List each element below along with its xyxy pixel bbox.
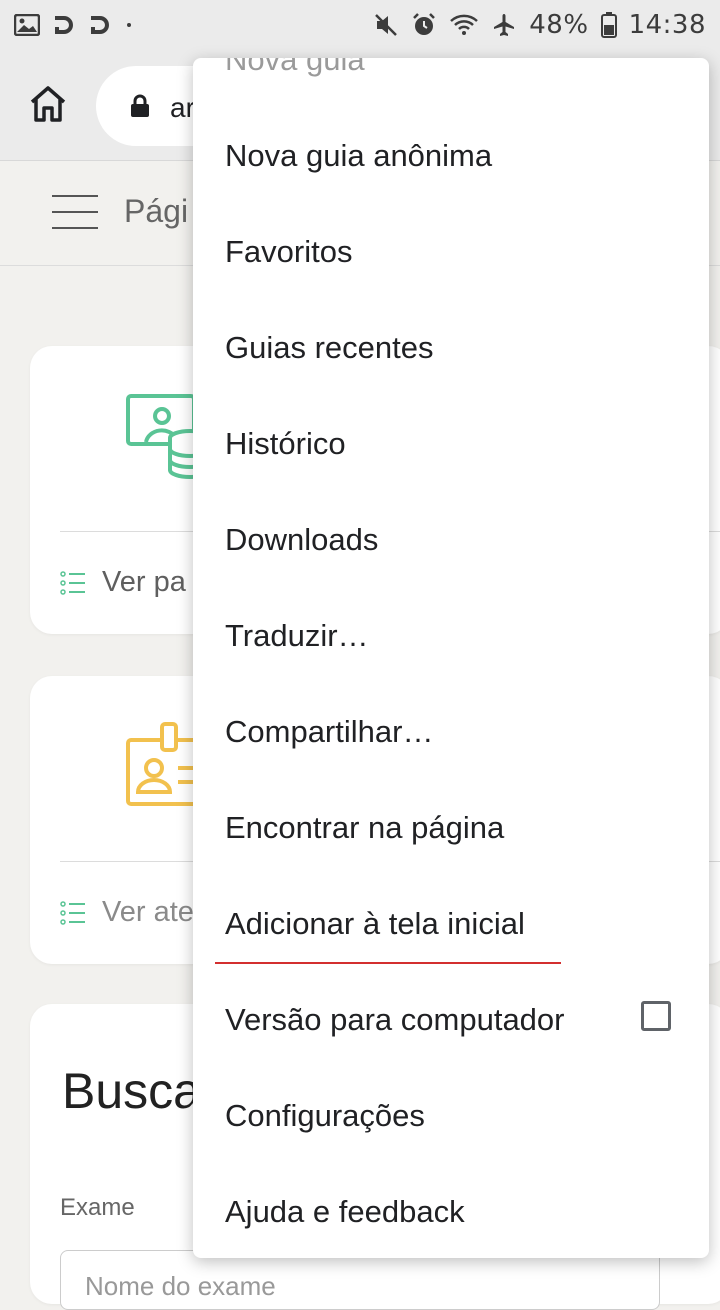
url-text: ar	[170, 92, 195, 123]
menu-item-nova-guia[interactable]: Nova guia	[193, 58, 709, 90]
card-1-link[interactable]: Ver pa	[60, 566, 186, 599]
card-2-link[interactable]: Ver ate	[60, 896, 194, 929]
menu-item-compartilhar[interactable]: Compartilhar…	[193, 684, 709, 780]
wifi-icon	[450, 14, 479, 35]
status-left-icons	[14, 13, 134, 37]
image-icon	[14, 14, 40, 36]
menu-item-favoritos[interactable]: Favoritos	[193, 204, 709, 300]
search-section-title: Busca	[62, 1063, 201, 1119]
menu-item-versao-computador[interactable]: Versão para computador	[193, 972, 709, 1068]
status-right-icons: 48% 14:38	[373, 10, 706, 40]
menu-item-guias-recentes[interactable]: Guias recentes	[193, 300, 709, 396]
alarm-icon	[413, 13, 436, 35]
menu-item-adicionar-tela-inicial[interactable]: Adicionar à tela inicial	[193, 876, 709, 972]
menu-item-downloads[interactable]: Downloads	[193, 492, 709, 588]
desktop-site-checkbox[interactable]	[641, 1001, 671, 1031]
highlight-underline	[215, 962, 561, 964]
page-title: Pági	[124, 193, 189, 229]
dot-icon	[127, 23, 131, 27]
status-bar: 48% 14:38	[0, 0, 720, 50]
d-notification-icon	[91, 16, 109, 34]
d-notification-icon	[55, 16, 73, 34]
hamburger-menu-icon[interactable]	[52, 195, 98, 229]
home-icon	[30, 86, 66, 122]
card-1-link-text: Ver pa	[102, 566, 186, 598]
menu-item-encontrar-na-pagina[interactable]: Encontrar na página	[193, 780, 709, 876]
list-icon	[60, 570, 85, 595]
list-icon	[60, 900, 85, 925]
airplane-icon	[494, 14, 515, 36]
menu-item-ajuda-feedback[interactable]: Ajuda e feedback	[193, 1164, 709, 1258]
exame-input[interactable]: Nome do exame	[60, 1250, 660, 1310]
menu-item-historico[interactable]: Histórico	[193, 396, 709, 492]
menu-item-traduzir[interactable]: Traduzir…	[193, 588, 709, 684]
clock: 14:38	[628, 10, 706, 40]
mute-icon	[375, 14, 398, 36]
battery-percent: 48%	[529, 10, 589, 40]
overflow-menu: Nova guia Nova guia anônima Favoritos Gu…	[193, 58, 709, 1258]
battery-icon	[600, 12, 617, 38]
menu-item-configuracoes[interactable]: Configurações	[193, 1068, 709, 1164]
card-2-link-text: Ver ate	[102, 896, 194, 928]
exame-label: Exame	[60, 1194, 135, 1221]
lock-icon	[131, 94, 149, 117]
menu-item-nova-guia-anonima[interactable]: Nova guia anônima	[193, 108, 709, 204]
home-button[interactable]	[24, 80, 72, 128]
